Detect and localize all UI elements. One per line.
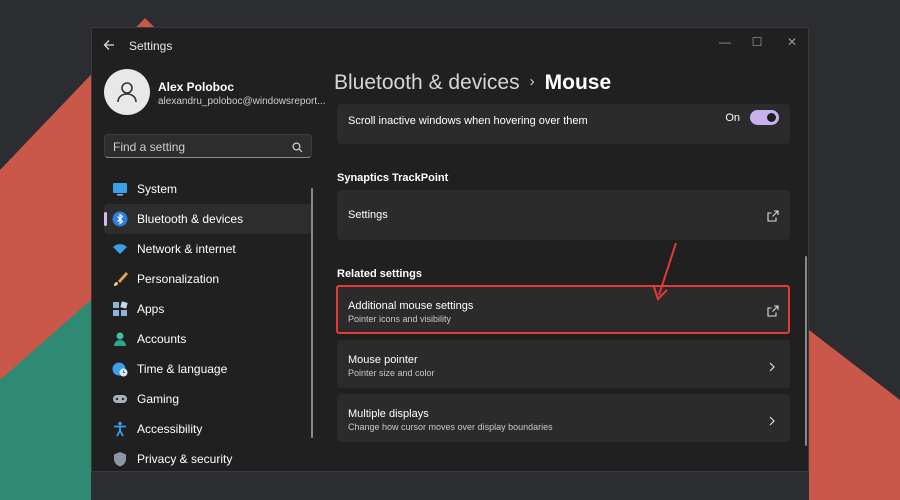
sidebar-item-label: Network & internet <box>137 242 236 256</box>
accessibility-icon <box>112 421 128 437</box>
sidebar-nav: System Bluetooth & devices Network & int… <box>104 174 312 471</box>
sidebar-item-accessibility[interactable]: Accessibility <box>104 414 312 444</box>
gamepad-icon <box>112 391 128 407</box>
sidebar-item-privacy[interactable]: Privacy & security <box>104 444 312 471</box>
chevron-right-icon <box>767 359 777 372</box>
sidebar-item-gaming[interactable]: Gaming <box>104 384 312 414</box>
sidebar-item-personalization[interactable]: Personalization <box>104 264 312 294</box>
page-title: Mouse <box>544 71 612 94</box>
search-icon <box>292 140 303 158</box>
sidebar-item-label: Privacy & security <box>137 452 233 466</box>
sidebar-item-network[interactable]: Network & internet <box>104 234 312 264</box>
card-title: Mouse pointer <box>348 354 418 366</box>
highlight-box <box>336 285 790 334</box>
multiple-displays-card[interactable]: Multiple displays Change how cursor move… <box>337 394 790 442</box>
annotation-arrow-icon <box>653 242 677 301</box>
section-heading: Related settings <box>337 268 422 280</box>
trackpoint-settings-label: Settings <box>348 209 388 221</box>
card-subtitle: Change how cursor moves over display bou… <box>348 422 553 432</box>
window-title: Settings <box>129 39 173 53</box>
search-placeholder: Find a setting <box>113 140 186 154</box>
search-input[interactable]: Find a setting <box>104 134 312 158</box>
sidebar-item-system[interactable]: System <box>104 174 312 204</box>
person-icon <box>112 331 128 347</box>
brush-icon <box>112 271 128 287</box>
mouse-pointer-card[interactable]: Mouse pointer Pointer size and color <box>337 340 790 388</box>
maximize-icon[interactable]: ☐ <box>742 32 772 52</box>
sidebar-item-label: Accounts <box>137 332 187 346</box>
chevron-right-icon <box>767 413 777 426</box>
toggle-state-label: On <box>725 112 740 124</box>
minimize-icon[interactable]: — <box>710 32 740 52</box>
settings-window: Settings — ☐ ✕ Alex Poloboc alexandru_po… <box>91 27 809 472</box>
sidebar-item-bluetooth[interactable]: Bluetooth & devices <box>104 204 312 234</box>
section-heading: Synaptics TrackPoint <box>337 172 449 184</box>
open-external-icon <box>767 209 779 222</box>
close-icon[interactable]: ✕ <box>777 32 807 52</box>
scroll-inactive-label: Scroll inactive windows when hovering ov… <box>348 115 588 127</box>
wifi-icon <box>112 241 128 257</box>
breadcrumb-parent[interactable]: Bluetooth & devices <box>334 71 520 94</box>
sidebar-scrollbar[interactable] <box>311 188 313 438</box>
card-subtitle: Pointer size and color <box>348 368 435 378</box>
sidebar-item-apps[interactable]: Apps <box>104 294 312 324</box>
person-icon <box>117 82 137 103</box>
sidebar-item-label: Accessibility <box>137 422 203 436</box>
shield-icon <box>112 451 128 467</box>
sidebar-item-accounts[interactable]: Accounts <box>104 324 312 354</box>
scroll-inactive-card: Scroll inactive windows when hovering ov… <box>337 104 790 144</box>
user-name: Alex Poloboc <box>158 80 235 94</box>
bluetooth-icon <box>112 211 128 227</box>
trackpoint-settings-card[interactable]: Settings <box>337 190 790 240</box>
title-bar: Settings — ☐ ✕ <box>92 28 808 64</box>
user-email: alexandru_poloboc@windowsreport... <box>158 96 326 107</box>
scroll-inactive-toggle[interactable] <box>750 110 779 125</box>
breadcrumb: Bluetooth & devices › Mouse <box>334 71 611 95</box>
back-arrow-icon[interactable] <box>102 38 118 54</box>
breadcrumb-separator-icon: › <box>529 73 535 90</box>
sidebar-item-label: Gaming <box>137 392 180 406</box>
content-scrollbar[interactable] <box>805 256 807 446</box>
sidebar-item-time-language[interactable]: Time & language <box>104 354 312 384</box>
apps-icon <box>112 301 128 317</box>
sidebar-item-label: System <box>137 182 178 196</box>
globe-clock-icon <box>112 361 128 377</box>
sidebar-item-label: Apps <box>137 302 165 316</box>
card-title: Multiple displays <box>348 408 429 420</box>
monitor-icon <box>112 181 128 197</box>
toggle-knob <box>767 113 776 122</box>
sidebar-item-label: Time & language <box>137 362 228 376</box>
sidebar-item-label: Bluetooth & devices <box>137 212 244 226</box>
sidebar-item-label: Personalization <box>137 272 220 286</box>
avatar[interactable] <box>104 69 150 115</box>
